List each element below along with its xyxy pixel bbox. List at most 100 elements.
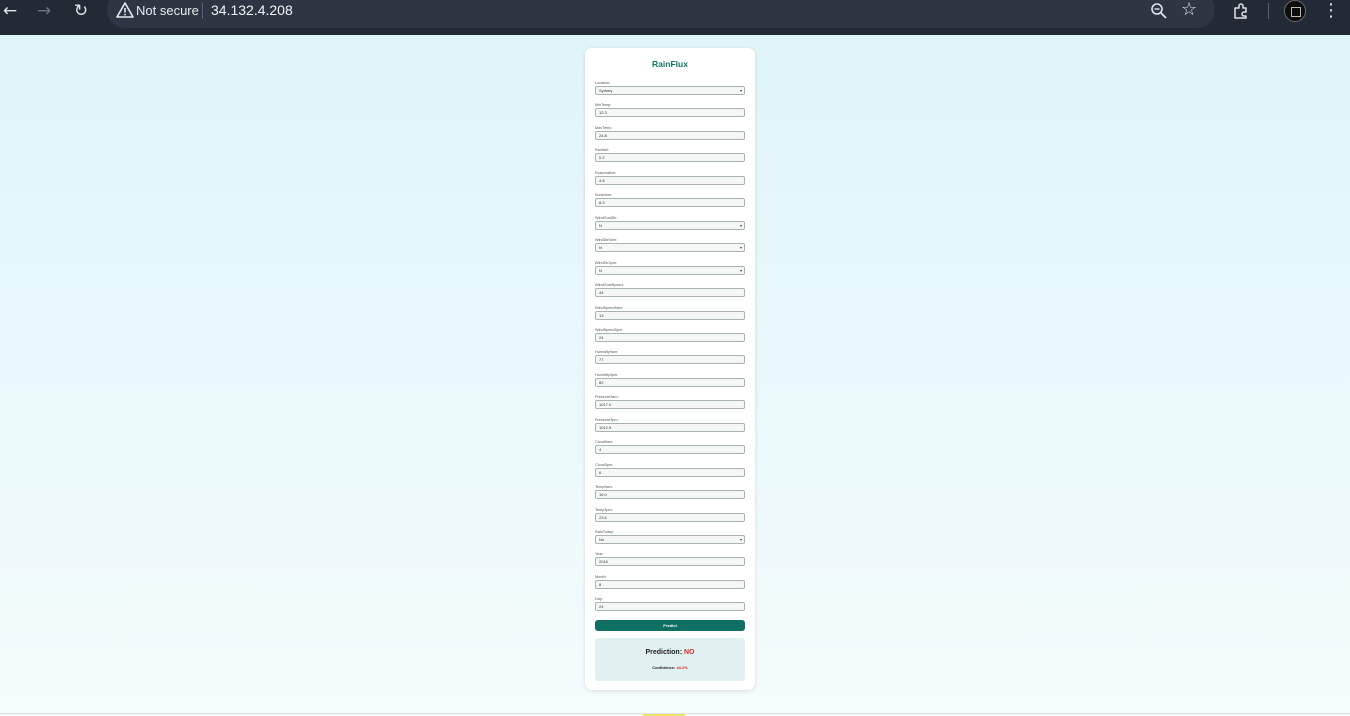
field-label: MaxTemp: (595, 125, 613, 130)
select-value: Sydney (599, 88, 613, 93)
field-mintemp: MinTemp: 12.3 (595, 103, 745, 125)
select-value: No (599, 537, 605, 542)
field-label: Temp3pm: (595, 507, 613, 512)
field-label: WindSpeed3pm: (595, 327, 624, 332)
raintoday-select[interactable]: No ▾ (595, 535, 745, 544)
chevron-down-icon: ▾ (739, 245, 742, 251)
field-sunshine: Sunshine: 8.3 (595, 193, 745, 215)
maxtemp-input[interactable]: 24.8 (595, 130, 745, 140)
divider (202, 3, 203, 19)
field-label: Humidity9am: (595, 350, 619, 355)
winddir3pm-select[interactable]: N ▾ (595, 265, 745, 275)
winddir9am-select[interactable]: N ▾ (595, 243, 745, 253)
location-select[interactable]: Sydney ▾ (595, 86, 745, 95)
mintemp-input[interactable]: 12.3 (595, 108, 745, 118)
day-input[interactable]: 24 (595, 602, 745, 612)
prediction-label: Prediction: (645, 649, 683, 656)
field-label: Sunshine: (595, 193, 612, 198)
windgustdir-select[interactable]: N ▾ (595, 220, 745, 230)
field-temp9am: Temp9am: 16.0 (595, 485, 745, 507)
field-humidity3pm: Humidity3pm: 82 (595, 373, 745, 395)
field-label: Humidity3pm: (595, 372, 619, 377)
field-month: Month: 8 (595, 575, 745, 597)
field-label: Pressure9am: (595, 395, 619, 400)
humidity9am-input[interactable]: 77 (595, 355, 745, 365)
rainfall-input[interactable]: 0.2 (595, 153, 745, 163)
pressure3pm-input[interactable]: 1012.9 (595, 422, 745, 432)
field-label: Day: (595, 597, 603, 602)
field-label: MinTemp: (595, 103, 612, 108)
extensions-icon[interactable] (1232, 2, 1250, 20)
field-label: Temp9am: (595, 485, 613, 490)
confidence-line: Confidence: 44.2% (595, 665, 745, 670)
field-label: Year: (595, 552, 604, 557)
star-icon[interactable]: ☆ (1181, 0, 1197, 20)
field-label: Month: (595, 574, 607, 579)
field-label: WindGustDir: (595, 215, 618, 220)
forward-icon[interactable]: → (32, 0, 56, 24)
field-year: Year: 2016 (595, 552, 745, 574)
prediction-line: Prediction: NO (595, 649, 745, 656)
field-humidity9am: Humidity9am: 77 (595, 350, 745, 372)
field-label: RainToday: (595, 530, 614, 534)
field-maxtemp: MaxTemp: 24.8 (595, 126, 745, 148)
warning-icon[interactable] (116, 1, 134, 19)
pressure9am-input[interactable]: 1017.0 (595, 400, 745, 410)
field-evaporation: Evaporation: 4.8 (595, 171, 745, 193)
security-label[interactable]: Not secure (136, 3, 199, 18)
temp9am-input[interactable]: 16.0 (595, 490, 745, 500)
humidity3pm-input[interactable]: 82 (595, 377, 745, 387)
field-label: Rainfall: (595, 148, 609, 153)
windspeed9am-input[interactable]: 13 (595, 310, 745, 320)
cloud9am-input[interactable]: 4 (595, 445, 745, 455)
field-rainfall: Rainfall: 0.2 (595, 148, 745, 170)
menu-icon[interactable]: ⋮ (1322, 0, 1340, 22)
field-label: WindDir3pm: (595, 260, 617, 265)
prediction-value: NO (684, 649, 695, 656)
evaporation-input[interactable]: 4.8 (595, 175, 745, 185)
field-windspeed3pm: WindSpeed3pm: 24 (595, 328, 745, 350)
field-raintoday: RainToday: No ▾ (595, 530, 745, 552)
profile-avatar[interactable] (1284, 0, 1306, 22)
field-label: WindDir9am: (595, 238, 617, 243)
back-icon[interactable]: ← (0, 0, 22, 24)
app-title: RainFlux (652, 59, 688, 69)
divider (1268, 3, 1269, 19)
prediction-form-card: RainFlux Location: Sydney ▾ MinTemp: 12.3 Max… (585, 48, 755, 690)
field-pressure9am: Pressure9am: 1017.0 (595, 395, 745, 417)
month-input[interactable]: 8 (595, 579, 745, 589)
cloud3pm-input[interactable]: 6 (595, 467, 745, 477)
select-value: N (599, 245, 602, 251)
url-text[interactable]: 34.132.4.208 (211, 2, 293, 18)
field-winddir9am: WindDir9am: N ▾ (595, 238, 745, 260)
field-label: WindGustSpeed: (595, 283, 624, 288)
field-pressure3pm: Pressure3pm: 1012.9 (595, 418, 745, 440)
select-value: N (599, 222, 602, 228)
windgustspeed-input[interactable]: 44 (595, 288, 745, 298)
chevron-down-icon: ▾ (739, 222, 742, 228)
field-label: Evaporation: (595, 170, 617, 175)
browser-toolbar: ← → ↻ Not secure 34.132.4.208 ☆ ⋮ (0, 0, 1350, 35)
reload-icon[interactable]: ↻ (69, 0, 93, 24)
field-label: Cloud9am: (595, 440, 614, 445)
field-cloud3pm: Cloud3pm: 6 (595, 463, 745, 485)
field-windspeed9am: WindSpeed9am: 13 (595, 306, 745, 328)
field-windgustdir: WindGustDir: N ▾ (595, 216, 745, 238)
sunshine-input[interactable]: 8.3 (595, 198, 745, 208)
zoom-icon[interactable] (1150, 2, 1168, 20)
page-body: RainFlux Location: Sydney ▾ MinTemp: 12.3 Max… (0, 35, 1350, 716)
predict-button[interactable]: Predict (595, 620, 745, 631)
year-input[interactable]: 2016 (595, 557, 745, 567)
field-day: Day: 24 (595, 597, 745, 619)
chevron-down-icon: ▾ (739, 267, 742, 273)
field-label: Location: (595, 81, 611, 85)
field-location: Location: Sydney ▾ (595, 81, 745, 103)
select-value: N (599, 267, 602, 273)
field-temp3pm: Temp3pm: 23.6 (595, 508, 745, 530)
windspeed3pm-input[interactable]: 24 (595, 332, 745, 342)
field-winddir3pm: WindDir3pm: N ▾ (595, 261, 745, 283)
confidence-value: 44.2% (676, 665, 688, 670)
temp3pm-input[interactable]: 23.6 (595, 512, 745, 522)
field-label: Cloud3pm: (595, 462, 614, 467)
chevron-down-icon: ▾ (739, 88, 742, 93)
